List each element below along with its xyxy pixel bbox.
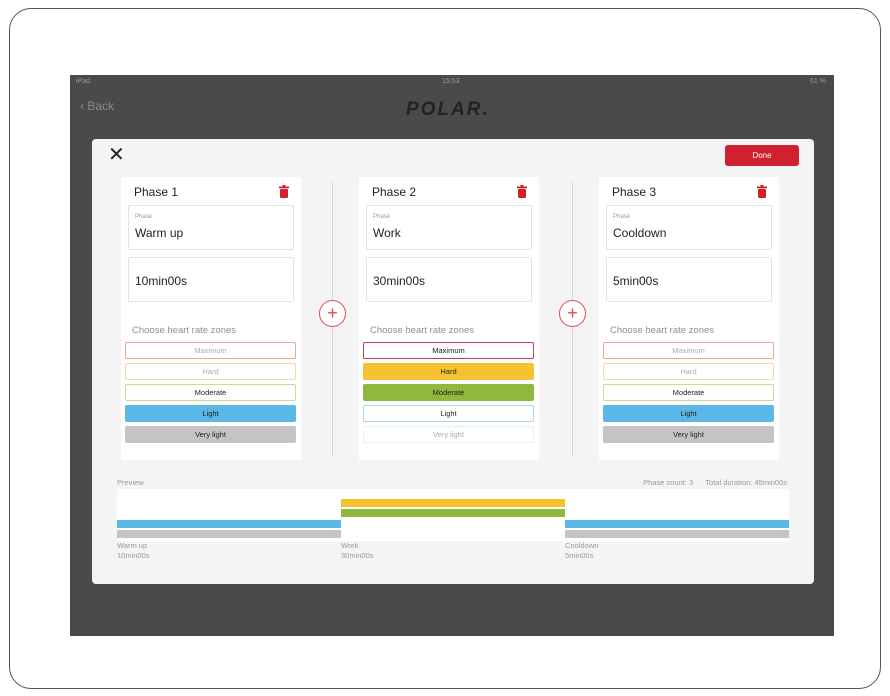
phase-name-field[interactable]: Phase Work — [366, 205, 532, 250]
phase-name-field[interactable]: Phase Warm up — [128, 205, 294, 250]
zone-very-light[interactable]: Very light — [125, 426, 296, 443]
zone-light[interactable]: Light — [363, 405, 534, 422]
caption-name: Cooldown — [565, 541, 599, 550]
preview-bar-work-moderate — [341, 509, 565, 517]
phase-name-value: Warm up — [135, 226, 184, 240]
phase-name-value: Work — [373, 226, 401, 240]
zone-very-light[interactable]: Very light — [603, 426, 774, 443]
caption-name: Warm up — [117, 541, 148, 550]
preview-bar-cooldown-light — [565, 520, 789, 528]
caption-name: Work — [341, 541, 359, 550]
trash-icon[interactable] — [517, 185, 527, 198]
trash-icon[interactable] — [757, 185, 767, 198]
zones-label: Choose heart rate zones — [132, 325, 237, 336]
add-phase-button[interactable]: + — [319, 300, 346, 327]
phase-count: Phase count: 3 — [643, 478, 694, 487]
zone-very-light[interactable]: Very light — [363, 426, 534, 443]
phase-duration-field[interactable]: 30min00s — [366, 257, 532, 302]
zone-moderate[interactable]: Moderate — [125, 384, 296, 401]
caption-duration: 30min00s — [341, 551, 374, 560]
battery-label: 61 % — [810, 78, 826, 85]
zone-moderate[interactable]: Moderate — [603, 384, 774, 401]
phase-duration-field[interactable]: 5min00s — [606, 257, 772, 302]
zone-hard[interactable]: Hard — [125, 363, 296, 380]
phase-duration-value: 5min00s — [613, 274, 659, 288]
zone-light[interactable]: Light — [603, 405, 774, 422]
zone-light[interactable]: Light — [125, 405, 296, 422]
add-phase-button[interactable]: + — [559, 300, 586, 327]
zone-hard[interactable]: Hard — [363, 363, 534, 380]
preview-caption-2: Work 30min00s — [341, 541, 374, 561]
carrier-label: iPad — [76, 78, 91, 85]
preview-caption-3: Cooldown 5min00s — [565, 541, 598, 561]
phase-card-2: Phase 2 Phase Work 30min00s Choose heart… — [359, 177, 539, 460]
zone-moderate[interactable]: Moderate — [363, 384, 534, 401]
total-duration: Total duration: 45min00s — [705, 478, 787, 487]
phase-name-value: Cooldown — [613, 226, 667, 240]
back-button[interactable]: ‹ Back — [80, 99, 114, 113]
zone-maximum[interactable]: Maximum — [603, 342, 774, 359]
zone-maximum[interactable]: Maximum — [363, 342, 534, 359]
preview-bar-work-hard — [341, 499, 565, 507]
done-button[interactable]: Done — [725, 145, 799, 166]
zone-hard[interactable]: Hard — [603, 363, 774, 380]
phase-duration-value: 30min00s — [373, 274, 426, 288]
preview-chart — [117, 489, 789, 541]
close-icon[interactable]: ✕ — [108, 145, 125, 165]
trash-icon[interactable] — [279, 185, 289, 198]
zones-label: Choose heart rate zones — [610, 325, 715, 336]
preview-label: Preview — [117, 478, 144, 487]
preview-bar-warmup-light — [117, 520, 341, 528]
back-label: Back — [87, 99, 115, 113]
preview-stats: Phase count: 3 Total duration: 45min00s — [633, 478, 787, 487]
phase-editor-modal: ✕ Done Phase 1 Phase Warm up 10min00s Ch… — [92, 139, 814, 584]
zone-maximum[interactable]: Maximum — [125, 342, 296, 359]
polar-logo: POLAR. — [406, 99, 490, 120]
clock: 15:53 — [442, 78, 460, 85]
preview-bar-cooldown-verylight — [565, 530, 789, 538]
caption-duration: 10min00s — [117, 551, 150, 560]
caption-duration: 5min00s — [565, 551, 594, 560]
zones-label: Choose heart rate zones — [370, 325, 475, 336]
status-bar: iPad 15:53 61 % — [70, 75, 834, 89]
phase-title: Phase 2 — [372, 185, 417, 199]
phase-title: Phase 3 — [612, 185, 657, 199]
phase-name-label: Phase — [373, 214, 391, 220]
phase-card-1: Phase 1 Phase Warm up 10min00s Choose he… — [121, 177, 301, 460]
phase-name-field[interactable]: Phase Cooldown — [606, 205, 772, 250]
phase-name-label: Phase — [135, 214, 153, 220]
phase-title: Phase 1 — [134, 185, 179, 199]
phase-card-3: Phase 3 Phase Cooldown 5min00s Choose he… — [599, 177, 779, 460]
preview-caption-1: Warm up 10min00s — [117, 541, 150, 561]
phase-name-label: Phase — [613, 214, 631, 220]
nav-bar: ‹ Back POLAR. — [70, 89, 834, 127]
phase-duration-field[interactable]: 10min00s — [128, 257, 294, 302]
phase-duration-value: 10min00s — [135, 274, 188, 288]
preview-bar-warmup-verylight — [117, 530, 341, 538]
